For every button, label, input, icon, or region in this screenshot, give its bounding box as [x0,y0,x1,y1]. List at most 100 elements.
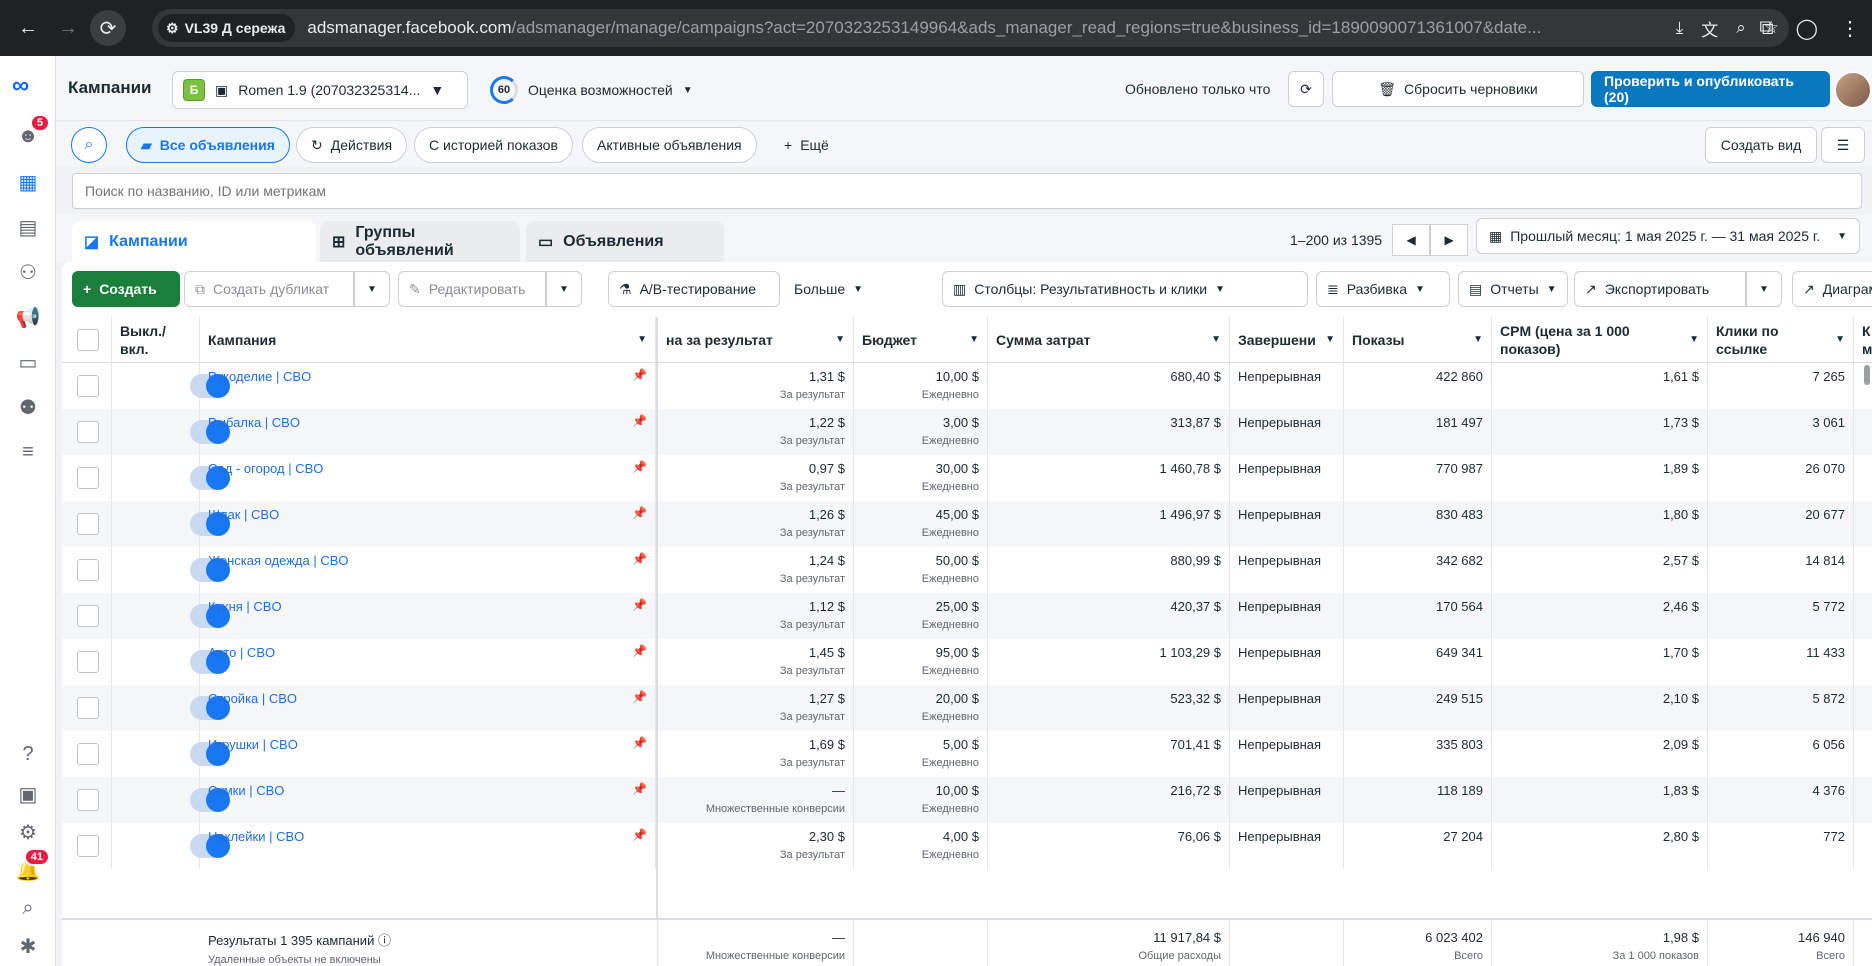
columns-button[interactable]: ▥ Столбцы: Результативность и клики ▼ [942,271,1308,307]
campaign-name-link[interactable]: Игрушки | CBO [208,737,298,752]
campaign-name-link[interactable]: Женская одежда | CBO [208,553,349,568]
notifications-icon[interactable]: ☻ 5 [12,114,50,152]
ads-manager-table-icon[interactable]: ▦ [12,166,44,198]
reload-icon[interactable]: ⟳ [90,10,126,46]
budget-cell[interactable]: 20,00 $ Ежедневно [854,685,988,731]
pin-icon[interactable]: 📌 [632,598,647,612]
budget-cell[interactable]: 95,00 $ Ежедневно [854,639,988,685]
address-bar[interactable]: ⚙ VL39 Д сережа adsmanager.facebook.com/… [152,9,1789,47]
table-row[interactable]: Стройка | CBO 📌 1,27 $ За результат 20,00 $ Е… [62,685,1872,731]
col-link-clicks[interactable]: Клики по ссылке ▼ [1708,317,1854,363]
opportunity-score[interactable]: 60 Оценка возможностей ▼ [490,71,693,109]
campaign-megaphone-icon[interactable]: 📢 [12,301,44,333]
table-row[interactable]: Игрушки | CBO 📌 1,69 $ За результат 5,00 $ Еж… [62,731,1872,777]
row-checkbox[interactable] [77,559,99,581]
all-tools-menu-icon[interactable]: ≡ [12,436,44,468]
tab-ads[interactable]: ▭ Объявления [526,221,724,263]
budget-cell[interactable]: 25,00 $ Ежедневно [854,593,988,639]
row-checkbox[interactable] [77,513,99,535]
table-row[interactable]: Рукоделие | CBO 📌 1,31 $ За результат 10,00 … [62,363,1872,409]
table-row[interactable]: Шлак | CBO 📌 1,26 $ За результат 45,00 $ Ежед… [62,501,1872,547]
audiences-icon[interactable]: ⚇ [12,256,44,288]
bug-report-icon[interactable]: ✱ [12,930,44,962]
pin-icon[interactable]: 📌 [632,552,647,566]
col-ends[interactable]: Завершени ▼ [1230,317,1344,363]
pin-icon[interactable]: 📌 [632,368,647,382]
search-input[interactable] [72,173,1862,209]
ad-account-selector[interactable]: Б ▣ Romen 1.9 (207032325314... ▼ [172,71,468,109]
menu-icon[interactable]: ⋮ [1840,16,1860,41]
campaign-name-link[interactable]: Авто | CBO [208,645,275,660]
pin-icon[interactable]: 📌 [632,414,647,428]
account-icon[interactable]: ◯ [1796,16,1818,41]
pin-icon[interactable]: 📌 [632,736,647,750]
col-onoff[interactable]: Выкл./вкл. [112,317,200,363]
select-all-checkbox[interactable] [77,329,99,351]
search-toggle-button[interactable]: ⌕ [71,127,107,163]
zoom-icon[interactable]: ⌕ [1736,18,1746,38]
col-spend[interactable]: Сумма затрат ▼ [988,317,1230,363]
extensions-icon[interactable]: ⧉ [1759,17,1773,40]
pin-icon[interactable]: 📌 [632,690,647,704]
row-checkbox[interactable] [77,651,99,673]
prev-page-button[interactable]: ◀ [1392,224,1431,256]
back-icon[interactable]: ← [10,10,46,46]
campaign-name-link[interactable]: Сумки | CBO [208,783,284,798]
budget-cell[interactable]: 50,00 $ Ежедневно [854,547,988,593]
row-checkbox[interactable] [77,835,99,857]
export-button[interactable]: ↗ Экспортировать [1574,271,1746,307]
budget-cell[interactable]: 4,00 $ Ежедневно [854,823,988,869]
campaign-name-link[interactable]: Сад - огород | CBO [208,461,323,476]
campaign-name-link[interactable]: Шлак | CBO [208,507,279,522]
col-cost-per-result[interactable]: на за результат ▼ [658,317,854,363]
filter-with-history[interactable]: С историей показов [414,127,573,163]
url-text[interactable]: adsmanager.facebook.com/adsmanager/manag… [307,18,1607,38]
account-overview-icon[interactable]: ▣ [12,778,44,810]
table-row[interactable]: Сумки | CBO 📌 — Множественные конверсии 10,0… [62,777,1872,823]
next-page-button[interactable]: ▶ [1430,224,1469,256]
search-icon[interactable]: ⌕ [12,892,44,924]
duplicate-button[interactable]: ⧉ Создать дубликат [184,271,354,307]
budget-cell[interactable]: 30,00 $ Ежедневно [854,455,988,501]
billing-card-icon[interactable]: ▭ [12,346,44,378]
forward-icon[interactable]: → [50,10,86,46]
install-icon[interactable]: ⤓ [1676,18,1684,38]
date-range-picker[interactable]: ▦ Прошлый месяц: 1 мая 2025 г. — 31 мая … [1476,218,1860,254]
reports-button[interactable]: ▤ Отчеты ▼ [1458,271,1568,307]
discard-drafts-button[interactable]: 🗑 Сбросить черновики [1332,71,1584,107]
budget-cell[interactable]: 45,00 $ Ежедневно [854,501,988,547]
row-checkbox[interactable] [77,789,99,811]
table-row[interactable]: Кухня | CBO 📌 1,12 $ За результат 25,00 $ Еже… [62,593,1872,639]
table-row[interactable]: Сад - огород | CBO 📌 0,97 $ За результат 30,… [62,455,1872,501]
col-budget[interactable]: Бюджет ▼ [854,317,988,363]
view-settings-button[interactable]: ☰ [1821,127,1865,163]
avatar[interactable] [1834,71,1872,109]
row-checkbox[interactable] [77,605,99,627]
campaign-name-link[interactable]: Кухня | CBO [208,599,282,614]
help-icon[interactable]: ? [12,738,44,770]
filter-actions[interactable]: ↻ Действия [296,127,408,163]
alerts-bell-icon[interactable]: 🔔 41 [12,848,50,886]
row-checkbox[interactable] [77,743,99,765]
row-checkbox[interactable] [77,467,99,489]
filter-all-ads[interactable]: ▰ Все объявления [126,127,290,163]
row-checkbox[interactable] [77,421,99,443]
info-icon[interactable]: ⓘ [378,933,391,948]
settings-gear-icon[interactable]: ⚙ [12,816,44,848]
meta-logo-icon[interactable]: ∞ [12,72,29,100]
campaign-name-link[interactable]: Рыбалка | CBO [208,415,300,430]
create-button[interactable]: + Создать [72,271,180,307]
campaign-name-link[interactable]: Наклейки | CBO [208,829,304,844]
more-actions-button[interactable]: Больше ▼ [784,271,870,307]
budget-cell[interactable]: 3,00 $ Ежедневно [854,409,988,455]
col-cpm[interactable]: CPM (цена за 1 000 показов) ▼ [1492,317,1708,363]
campaign-name-link[interactable]: Рукоделие | CBO [208,369,311,384]
budget-cell[interactable]: 10,00 $ Ежедневно [854,777,988,823]
row-checkbox[interactable] [77,697,99,719]
vertical-scrollbar[interactable] [1864,365,1870,385]
tab-campaigns[interactable]: ◪ Кампании [72,221,316,263]
table-row[interactable]: Наклейки | CBO 📌 2,30 $ За результат 4,00 $ Е… [62,823,1872,869]
duplicate-dropdown[interactable]: ▼ [354,271,390,307]
row-checkbox[interactable] [77,375,99,397]
profile-chip[interactable]: ⚙ VL39 Д сережа [158,14,296,42]
